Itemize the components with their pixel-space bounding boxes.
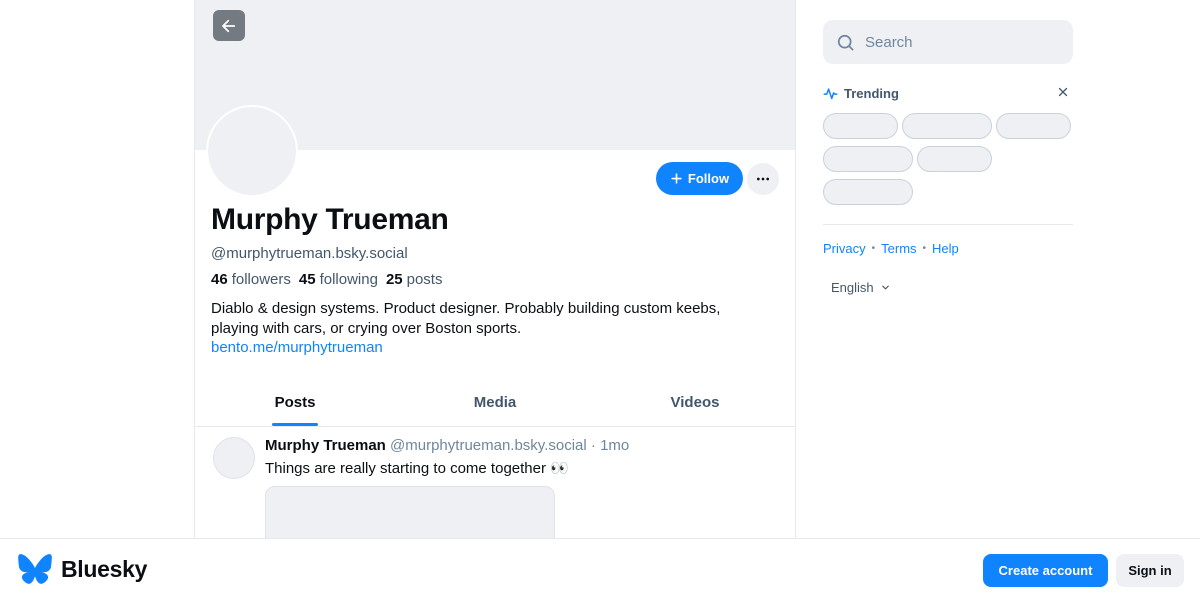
- search-icon: [837, 34, 854, 50]
- feed-post[interactable]: Murphy Trueman @murphytrueman.bsky.socia…: [195, 427, 795, 566]
- following-stat[interactable]: 45 following: [299, 271, 378, 288]
- profile-website-link[interactable]: bento.me/murphytrueman: [211, 339, 383, 356]
- profile-stats: 46 followers 45 following 25 posts: [211, 271, 442, 288]
- trending-topic-placeholder: [823, 179, 913, 205]
- profile-handle: @murphytrueman.bsky.social: [211, 245, 408, 262]
- trending-header: Trending: [823, 84, 1073, 102]
- separator-dot: •: [922, 243, 927, 254]
- post-text: Things are really starting to come toget…: [265, 460, 569, 477]
- chevron-down-icon: [881, 285, 889, 290]
- following-count: 45: [298, 271, 316, 288]
- post-author-handle: @murphytrueman.bsky.social: [390, 437, 587, 454]
- plus-icon: [671, 173, 682, 184]
- post-timestamp[interactable]: 1mo: [600, 437, 629, 454]
- help-link[interactable]: Help: [932, 241, 959, 256]
- search-box[interactable]: [823, 20, 1073, 64]
- profile-tabs: Posts Media Videos: [195, 380, 795, 427]
- language-select[interactable]: English: [831, 280, 891, 295]
- language-label: English: [831, 280, 874, 295]
- tab-posts[interactable]: Posts: [195, 380, 395, 426]
- follow-button-label: Follow: [687, 171, 730, 186]
- trending-topic-placeholder: [902, 113, 992, 139]
- trending-topic-placeholder: [917, 146, 992, 172]
- back-button[interactable]: [213, 10, 245, 41]
- tab-posts-label: Posts: [274, 394, 316, 411]
- posts-label: posts: [406, 271, 443, 288]
- sign-in-button[interactable]: Sign in: [1116, 554, 1184, 587]
- trending-section: Trending: [823, 84, 1073, 102]
- tab-media-label: Media: [473, 394, 517, 411]
- trending-title: Trending: [844, 85, 899, 101]
- arrow-left-icon: [222, 19, 236, 32]
- separator-dot: •: [871, 243, 876, 254]
- follow-button[interactable]: Follow: [656, 162, 743, 195]
- bottom-bar: Bluesky Create account Sign in: [0, 538, 1200, 600]
- tab-videos[interactable]: Videos: [595, 380, 795, 426]
- following-label: following: [319, 271, 378, 288]
- trending-topic-placeholder: [823, 146, 913, 172]
- post-author-avatar[interactable]: [213, 437, 255, 479]
- brand-name: Bluesky: [61, 555, 148, 582]
- followers-stat[interactable]: 46 followers: [211, 271, 291, 288]
- close-icon: [1058, 87, 1068, 97]
- posts-stat: 25 posts: [386, 271, 443, 288]
- posts-count: 25: [385, 271, 403, 288]
- post-separator: ·: [590, 437, 596, 454]
- tab-videos-label: Videos: [670, 394, 720, 411]
- followers-label: followers: [231, 271, 291, 288]
- active-tab-indicator: [272, 423, 318, 426]
- trending-topic-placeholder: [823, 113, 898, 139]
- profile-bio: Diablo & design systems. Product designe…: [211, 300, 721, 337]
- profile-column: Follow Murphy Trueman @murphytrueman.bsk…: [194, 0, 796, 600]
- tab-media[interactable]: Media: [395, 380, 595, 426]
- post-header: Murphy Trueman @murphytrueman.bsky.socia…: [265, 437, 629, 454]
- bluesky-logo[interactable]: Bluesky: [18, 554, 147, 584]
- terms-link[interactable]: Terms: [881, 241, 916, 256]
- close-trending-button[interactable]: [1057, 85, 1069, 103]
- create-account-button[interactable]: Create account: [983, 554, 1108, 587]
- more-options-button[interactable]: [747, 163, 779, 195]
- search-input[interactable]: [865, 33, 1055, 51]
- sidebar-divider: [823, 224, 1073, 225]
- trending-topic-placeholder: [996, 113, 1071, 139]
- butterfly-icon: [18, 554, 52, 584]
- footer-links: Privacy • Terms • Help: [823, 241, 959, 256]
- privacy-link[interactable]: Privacy: [823, 241, 866, 256]
- profile-display-name: Murphy Trueman: [211, 203, 449, 236]
- ellipsis-icon: [757, 177, 769, 181]
- trending-pulse-icon: [823, 87, 838, 99]
- profile-avatar[interactable]: [206, 105, 298, 197]
- post-author-name[interactable]: Murphy Trueman: [265, 437, 386, 454]
- followers-count: 46: [211, 271, 228, 288]
